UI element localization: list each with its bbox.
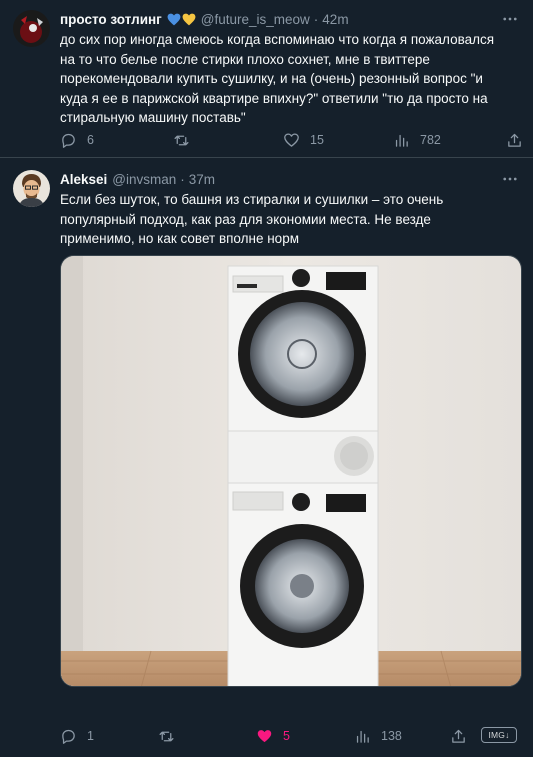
display-name[interactable]: Aleksei <box>60 172 107 187</box>
tweet-text: Если без шуток, то башня из стиралки и с… <box>60 192 444 247</box>
separator: · <box>180 171 185 187</box>
retweet-icon <box>174 135 189 145</box>
avatar[interactable] <box>13 170 50 207</box>
views-count: 138 <box>381 729 402 743</box>
retweet-button[interactable] <box>173 129 200 151</box>
retweet-icon <box>159 731 174 741</box>
tweet[interactable]: Aleksei @invsman · 37m Если без шуток, т… <box>0 158 533 757</box>
views-button[interactable]: 138 <box>354 725 402 747</box>
retweet-button[interactable] <box>158 725 185 747</box>
avatar[interactable] <box>13 10 50 47</box>
reply-icon <box>62 729 75 744</box>
handle[interactable]: @invsman <box>112 172 176 187</box>
image-download-badge[interactable]: IMG↓ <box>481 727 517 743</box>
reply-count: 1 <box>87 729 94 743</box>
handle[interactable]: @future_is_meow <box>201 12 310 27</box>
verified-heart-badges <box>167 13 196 26</box>
like-count: 5 <box>283 729 290 743</box>
like-button[interactable]: 15 <box>283 129 324 151</box>
views-button[interactable]: 782 <box>393 129 441 151</box>
tweet-image[interactable] <box>60 255 522 687</box>
reply-icon <box>62 133 75 148</box>
timestamp[interactable]: 42m <box>322 12 348 27</box>
blue-heart-icon <box>167 13 181 25</box>
tweet-header: Aleksei @invsman · 37m <box>60 170 215 188</box>
views-icon <box>395 134 408 147</box>
like-button[interactable]: 5 <box>256 725 290 747</box>
washer-dryer-stack-photo <box>61 256 521 686</box>
views-icon <box>356 730 369 743</box>
display-name[interactable]: просто зотлинг <box>60 12 162 27</box>
more-icon[interactable] <box>501 10 519 28</box>
share-button[interactable] <box>450 725 467 747</box>
share-icon <box>508 133 521 147</box>
timestamp[interactable]: 37m <box>189 172 215 187</box>
reply-count: 6 <box>87 133 94 147</box>
reply-button[interactable]: 6 <box>60 129 94 151</box>
more-icon[interactable] <box>501 170 519 188</box>
reply-button[interactable]: 1 <box>60 725 94 747</box>
action-bar: 6 15 782 <box>60 129 522 151</box>
yellow-heart-icon <box>182 13 196 25</box>
views-count: 782 <box>420 133 441 147</box>
share-button[interactable] <box>506 129 523 151</box>
action-bar: 1 5 138 <box>60 725 522 747</box>
like-icon <box>257 729 272 742</box>
tweet-header: просто зотлинг @future_is_meow · 42m <box>60 10 349 28</box>
like-count: 15 <box>310 133 324 147</box>
share-icon <box>452 729 465 743</box>
tweet[interactable]: просто зотлинг @future_is_meow · 42m до … <box>0 0 533 158</box>
tweet-text: до сих пор иногда смеюсь когда вспоминаю… <box>60 32 495 126</box>
like-icon <box>284 132 299 147</box>
separator: · <box>313 11 319 27</box>
